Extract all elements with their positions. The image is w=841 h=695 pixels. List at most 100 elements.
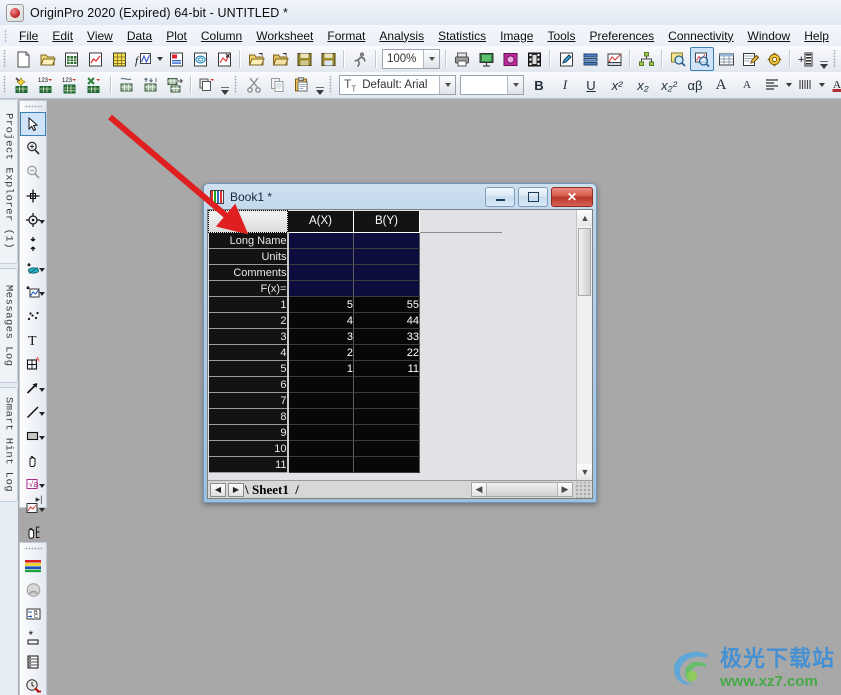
worksheet-grid[interactable]: A(X) B(Y) Long Name Units Comments F(x)=… [208,210,576,480]
rename-variable-icon[interactable]: BC [20,602,46,626]
edit-toolbar-overflow[interactable] [314,73,326,97]
cell-a[interactable] [287,424,354,441]
normalize-icon[interactable]: 123 [59,73,83,97]
vertical-scrollbar-thumb[interactable] [578,228,591,296]
meta-cell-a-comments[interactable] [287,264,354,281]
set-column-values-icon[interactable] [11,73,35,97]
zoom-dropdown-arrow[interactable] [423,50,439,68]
workbook-window[interactable]: Book1 * ✕ A(X) B(Y) Long Name Units Comm… [203,183,597,503]
meta-label-fx[interactable]: F(x)= [208,280,289,297]
greek-icon[interactable]: αβ [682,73,708,97]
zoom-in-icon[interactable] [666,47,690,71]
sidebar-item-messages-log[interactable]: Messages Log [0,268,18,383]
row-index[interactable]: 3 [208,328,289,345]
row-index[interactable]: 2 [208,312,289,329]
clock-stamp-icon[interactable] [20,674,46,695]
scroll-right-icon[interactable]: ▶ [558,483,572,496]
new-function-plot-icon[interactable]: f [131,47,155,71]
move-column-icon[interactable] [163,73,187,97]
meta-cell-b-units[interactable] [353,248,420,265]
menu-column[interactable]: Column [194,27,249,45]
close-button[interactable]: ✕ [551,186,593,207]
tools-palette-expand-button[interactable]: ▸| [33,493,45,505]
cell-b[interactable]: 33 [353,328,420,345]
asterisk-icon[interactable]: * [20,626,46,650]
regional-data-selector-dropdown-arrow[interactable] [39,268,45,272]
arrow-tool-dropdown-arrow[interactable] [39,388,45,392]
meta-cell-a-fx[interactable] [287,280,354,297]
zoom-out-tool-icon[interactable] [20,160,46,184]
worksheet-horizontal-scrollbar[interactable]: ◀ ▶ [471,482,573,497]
subscript-icon[interactable]: x₂ [630,73,656,97]
edit-sheet-icon[interactable] [738,47,762,71]
meta-cell-b-comments[interactable] [353,264,420,281]
column-header-b[interactable]: B(Y) [353,210,420,233]
menu-preferences[interactable]: Preferences [582,27,661,45]
scroll-up-icon[interactable]: ▲ [577,210,592,226]
screen-reader-tool-icon[interactable] [20,184,46,208]
toolbar-overflow-button[interactable] [818,47,830,71]
cut-icon[interactable] [242,73,266,97]
pointer-tool-icon[interactable] [20,112,46,136]
format-toolbar-grip[interactable] [328,76,335,94]
tab-sheet1[interactable]: Sheet1 [245,482,299,498]
align-dropdown-arrow[interactable] [784,74,793,96]
row-index[interactable]: 11 [208,456,289,473]
menu-format[interactable]: Format [320,27,372,45]
zoom-combo[interactable]: 100% [382,49,440,69]
row-index[interactable]: 10 [208,440,289,457]
worksheet-toolbar-overflow[interactable] [219,73,231,97]
super-subscript-icon[interactable]: x₂² [656,73,682,97]
font-dropdown-arrow[interactable] [439,76,455,94]
worksheet-vertical-scrollbar[interactable]: ▲ ▼ [576,210,592,480]
magic-wand-tool-icon[interactable] [20,520,46,544]
sidebar-item-smart-hint-log[interactable]: Smart Hint Log [0,387,18,502]
apps-palette-grip[interactable] [24,545,42,552]
gray-scale-icon[interactable] [20,578,46,602]
video-builder-icon[interactable] [522,47,546,71]
sidebar-item-project-explorer[interactable]: Project Explorer (1) [0,99,18,264]
data-selector-tool-icon[interactable] [20,232,46,256]
app-gear-icon[interactable] [762,47,786,71]
cell-a[interactable] [287,408,354,425]
cell-a[interactable] [287,376,354,393]
merge-graph-icon[interactable] [602,47,626,71]
tab-scroll-left-icon[interactable]: ◀ [210,482,226,497]
menu-plot[interactable]: Plot [159,27,194,45]
font-size-combo[interactable] [460,75,524,95]
run-script-icon[interactable] [348,47,372,71]
export-image-icon[interactable] [498,47,522,71]
menu-image[interactable]: Image [493,27,540,45]
worksheet-icon[interactable] [714,47,738,71]
edit-toolbar-grip[interactable] [233,76,240,94]
standard-toolbar-grip[interactable] [2,50,9,68]
cell-a[interactable] [287,456,354,473]
row-index[interactable]: 7 [208,392,289,409]
new-matrix-icon[interactable] [107,47,131,71]
font-size-dropdown-arrow[interactable] [507,76,523,94]
cell-a[interactable] [287,392,354,409]
menu-edit[interactable]: Edit [45,27,80,45]
slide-show-icon[interactable] [474,47,498,71]
cell-b[interactable]: 55 [353,296,420,313]
menu-analysis[interactable]: Analysis [372,27,431,45]
cell-b[interactable] [353,424,420,441]
menubar-grip[interactable] [3,28,11,43]
rectangle-tool-icon[interactable] [20,424,46,448]
increase-font-icon[interactable]: A [708,73,734,97]
underline-icon[interactable]: U [578,73,604,97]
new-function-plot-dropdown-arrow[interactable] [155,48,164,70]
scroll-down-icon[interactable]: ▼ [577,464,592,480]
meta-label-units[interactable]: Units [208,248,289,265]
save-project-icon[interactable] [292,47,316,71]
resize-grip[interactable] [575,481,591,498]
new-workbook-icon[interactable] [59,47,83,71]
cell-b[interactable] [353,376,420,393]
paste-icon[interactable] [290,73,314,97]
select-all-corner-cell[interactable] [208,210,288,233]
cell-b[interactable] [353,440,420,457]
open-folder-icon[interactable] [244,47,268,71]
font-combo[interactable]: TT Default: Arial [339,75,456,95]
zoom-in-tool-icon[interactable] [20,136,46,160]
menu-worksheet[interactable]: Worksheet [249,27,320,45]
